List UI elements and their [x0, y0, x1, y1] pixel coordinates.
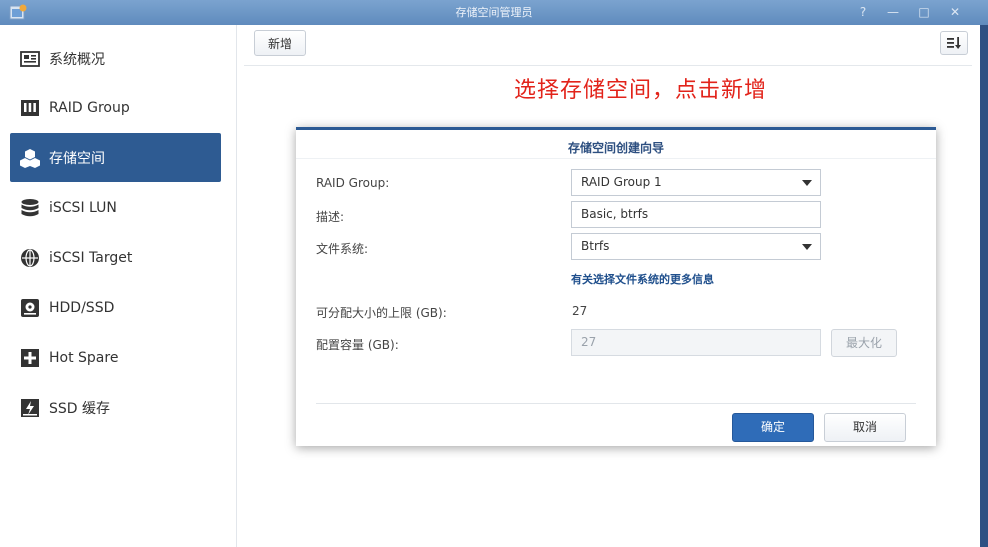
sidebar-item-label: HDD/SSD	[49, 299, 115, 316]
ssd-cache-icon	[19, 397, 41, 419]
window-title: 存储空间管理员	[455, 6, 533, 19]
maximize-button[interactable]: 最大化	[831, 329, 897, 357]
desktop-edge	[980, 25, 988, 547]
max-size-label: 可分配大小的上限 (GB):	[316, 306, 447, 320]
capacity-label: 配置容量 (GB):	[316, 338, 399, 352]
sidebar-item-raid-group[interactable]: RAID Group	[10, 83, 221, 132]
sidebar-item-iscsi-target[interactable]: iSCSI Target	[10, 233, 221, 282]
filesystem-info-link[interactable]: 有关选择文件系统的更多信息	[571, 271, 714, 287]
cancel-button[interactable]: 取消	[824, 413, 906, 442]
sidebar-item-label: iSCSI Target	[49, 249, 133, 266]
close-icon[interactable]: ✕	[946, 3, 964, 21]
filesystem-label: 文件系统:	[316, 242, 369, 256]
filesystem-select[interactable]: Btrfs	[571, 233, 821, 260]
sidebar-item-label: SSD 缓存	[49, 400, 111, 417]
raid-group-select[interactable]: RAID Group 1	[571, 169, 821, 196]
create-button[interactable]: 新增	[254, 30, 306, 56]
globe-icon	[19, 247, 41, 269]
dialog-title: 存储空间创建向导	[567, 141, 664, 155]
capacity-input[interactable]: 27	[571, 329, 821, 356]
sidebar-item-hdd-ssd[interactable]: HDD/SSD	[10, 283, 221, 332]
sidebar-item-overview[interactable]: 系统概况	[10, 34, 221, 83]
sidebar: 系统概况 RAID Group 存储空间 iSCSI LUN iSCSI Tar…	[0, 25, 237, 547]
sidebar-item-hot-spare[interactable]: Hot Spare	[10, 333, 221, 382]
description-input[interactable]: Basic, btrfs	[571, 201, 821, 228]
toolbar-divider	[244, 65, 972, 66]
help-icon[interactable]: ?	[854, 3, 872, 21]
sidebar-item-label: 存储空间	[49, 150, 105, 167]
raid-group-label: RAID Group:	[316, 176, 390, 190]
chevron-down-icon	[802, 244, 812, 250]
hdd-icon	[19, 297, 41, 319]
chevron-down-icon	[802, 180, 812, 186]
dialog-header-divider	[296, 158, 936, 159]
sidebar-item-label: 系统概况	[49, 51, 105, 68]
database-icon	[19, 197, 41, 219]
sidebar-item-iscsi-lun[interactable]: iSCSI LUN	[10, 183, 221, 232]
volume-cubes-icon	[19, 147, 41, 169]
dialog-footer-divider	[316, 403, 916, 404]
hot-spare-plus-icon	[19, 347, 41, 369]
sidebar-item-label: RAID Group	[49, 99, 130, 116]
sort-icon	[947, 37, 961, 49]
volume-creation-wizard-dialog: 存储空间创建向导 RAID Group: RAID Group 1 描述: Ba…	[296, 127, 936, 446]
sidebar-item-label: iSCSI LUN	[49, 199, 117, 216]
overview-icon	[19, 48, 41, 70]
raid-group-icon	[19, 97, 41, 119]
raid-group-selected-value: RAID Group 1	[581, 175, 662, 189]
filesystem-selected-value: Btrfs	[581, 239, 610, 253]
window-titlebar: 存储空间管理员 ? — □ ✕	[0, 0, 988, 25]
maximize-icon[interactable]: □	[915, 3, 933, 21]
description-label: 描述:	[316, 210, 345, 224]
ok-button[interactable]: 确定	[732, 413, 814, 442]
sidebar-item-volume[interactable]: 存储空间	[10, 133, 221, 182]
sidebar-item-ssd-cache[interactable]: SSD 缓存	[10, 383, 221, 432]
sort-button[interactable]	[940, 31, 968, 55]
minimize-icon[interactable]: —	[884, 3, 902, 21]
sidebar-item-label: Hot Spare	[49, 349, 119, 366]
tutorial-annotation: 选择存储空间，点击新增	[514, 78, 768, 103]
max-size-value: 27	[572, 304, 588, 318]
